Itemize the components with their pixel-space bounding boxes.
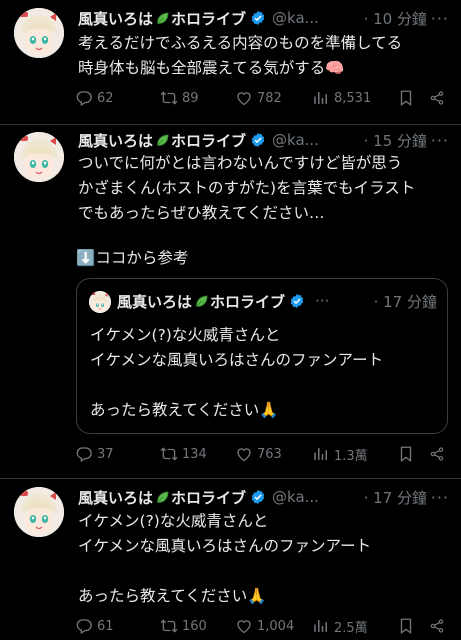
bookmark-icon xyxy=(397,445,415,463)
views-count: 2.5萬 xyxy=(334,620,368,636)
like-count: 782 xyxy=(257,90,282,106)
tweet-1[interactable]: 風真いろは ホロライブ @ka... · 10 分鐘 ··· 考えるだけでふるえ… xyxy=(0,0,461,124)
reply-button[interactable]: 37 xyxy=(75,445,160,463)
quoted-text: イケメン(?)な火威青さんと イケメンな風真いろはさんのファンアート あったら教… xyxy=(90,326,384,419)
retweet-icon xyxy=(160,89,178,107)
views-count: 8,531 xyxy=(334,90,372,106)
reply-icon xyxy=(75,617,93,635)
reply-count: 61 xyxy=(97,618,114,634)
share-button[interactable] xyxy=(429,617,449,635)
reply-count: 62 xyxy=(97,90,114,106)
verified-badge-icon xyxy=(250,10,266,26)
views-button[interactable]: 2.5萬 xyxy=(312,617,397,636)
tweet-header: 風真いろは ホロライブ @ka... · 15 分鐘 ··· xyxy=(78,128,455,152)
leaf-icon xyxy=(155,133,170,148)
tweet-actions: 61 160 1,004 2.5萬 xyxy=(75,614,451,638)
retweet-icon xyxy=(160,445,178,463)
more-options-icon[interactable]: ··· xyxy=(431,9,449,28)
tweet-3[interactable]: 風真いろは ホロライブ @ka... · 17 分鐘 ··· イケメン(?)な火… xyxy=(0,479,461,640)
quoted-header: 風真いろは ホロライブ ··· · 17 分鐘 xyxy=(117,289,437,313)
reference-pointer: ⬇️ココから参考 xyxy=(76,246,188,268)
views-icon xyxy=(312,445,330,463)
retweet-button[interactable]: 89 xyxy=(160,89,235,107)
tweet-header: 風真いろは ホロライブ @ka... · 17 分鐘 ··· xyxy=(78,485,455,509)
verified-badge-icon xyxy=(289,293,305,309)
quoted-time: · 17 分鐘 xyxy=(373,292,437,311)
quoted-more: ··· xyxy=(315,292,330,310)
reply-count: 37 xyxy=(97,446,114,462)
retweet-icon xyxy=(160,617,178,635)
retweet-count: 160 xyxy=(182,618,207,634)
like-count: 1,004 xyxy=(257,618,295,634)
bookmark-button[interactable] xyxy=(397,445,429,463)
like-button[interactable]: 763 xyxy=(235,445,312,463)
tweet-actions: 37 134 763 1.3萬 xyxy=(75,442,451,466)
bookmark-icon xyxy=(397,617,415,635)
bookmark-button[interactable] xyxy=(397,617,429,635)
heart-icon xyxy=(235,445,253,463)
views-icon xyxy=(312,617,330,635)
quoted-avatar xyxy=(89,291,111,313)
share-icon xyxy=(429,617,445,635)
tweet-2[interactable]: 風真いろは ホロライブ @ka... · 15 分鐘 ··· ついでに何がとは言… xyxy=(0,125,461,478)
reply-icon xyxy=(75,89,93,107)
author-handle[interactable]: @ka... xyxy=(272,131,319,149)
views-button[interactable]: 1.3萬 xyxy=(312,445,397,464)
author-handle[interactable]: @ka... xyxy=(272,488,319,506)
tweet-text: 考えるだけでふるえる内容のものを準備してる 時身体も脳も全部震えてる気がする🧠 xyxy=(78,34,403,77)
author-name-suffix[interactable]: ホロライブ xyxy=(171,8,246,29)
verified-badge-icon xyxy=(250,132,266,148)
author-name[interactable]: 風真いろは xyxy=(78,487,153,508)
author-name-suffix[interactable]: ホロライブ xyxy=(171,130,246,151)
leaf-icon xyxy=(155,490,170,505)
author-name[interactable]: 風真いろは xyxy=(78,8,153,29)
retweet-button[interactable]: 160 xyxy=(160,617,235,635)
author-name-suffix[interactable]: ホロライブ xyxy=(171,487,246,508)
like-button[interactable]: 782 xyxy=(235,89,312,107)
share-button[interactable] xyxy=(429,89,449,107)
share-button[interactable] xyxy=(429,445,449,463)
bookmark-button[interactable] xyxy=(397,89,429,107)
author-name[interactable]: 風真いろは xyxy=(78,130,153,151)
reference-label: ココから参考 xyxy=(95,249,189,267)
retweet-button[interactable]: 134 xyxy=(160,445,235,463)
heart-icon xyxy=(235,617,253,635)
avatar[interactable] xyxy=(14,8,64,58)
tweet-actions: 62 89 782 8,531 xyxy=(75,86,451,110)
retweet-count: 89 xyxy=(182,90,199,106)
like-button[interactable]: 1,004 xyxy=(235,617,312,635)
more-options-icon[interactable]: ··· xyxy=(431,131,449,150)
down-arrow-icon: ⬇️ xyxy=(76,249,96,267)
leaf-icon xyxy=(155,11,170,26)
tweet-text: イケメン(?)な火威青さんと イケメンな風真いろはさんのファンアート あったら教… xyxy=(78,512,372,605)
avatar[interactable] xyxy=(14,487,64,537)
reply-button[interactable]: 61 xyxy=(75,617,160,635)
quoted-tweet[interactable]: 風真いろは ホロライブ ··· · 17 分鐘 イケメン(?)な火威青さんと イ… xyxy=(76,278,448,434)
leaf-icon xyxy=(194,294,209,309)
reply-icon xyxy=(75,445,93,463)
tweet-text: ついでに何がとは言わないんですけど皆が思う かざまくん(ホストのすがた)を言葉で… xyxy=(78,154,416,222)
reply-button[interactable]: 62 xyxy=(75,89,160,107)
author-handle[interactable]: @ka... xyxy=(272,9,319,27)
more-options-icon[interactable]: ··· xyxy=(431,488,449,507)
share-icon xyxy=(429,89,445,107)
tweet-header: 風真いろは ホロライブ @ka... · 10 分鐘 ··· xyxy=(78,6,455,30)
quoted-author-name: 風真いろは xyxy=(117,292,193,311)
bookmark-icon xyxy=(397,89,415,107)
retweet-count: 134 xyxy=(182,446,207,462)
heart-icon xyxy=(235,89,253,107)
share-icon xyxy=(429,445,445,463)
avatar[interactable] xyxy=(14,132,64,182)
verified-badge-icon xyxy=(250,489,266,505)
like-count: 763 xyxy=(257,446,282,462)
quoted-author-suffix: ホロライブ xyxy=(210,292,286,311)
views-icon xyxy=(312,89,330,107)
views-button[interactable]: 8,531 xyxy=(312,89,397,107)
views-count: 1.3萬 xyxy=(334,448,368,464)
